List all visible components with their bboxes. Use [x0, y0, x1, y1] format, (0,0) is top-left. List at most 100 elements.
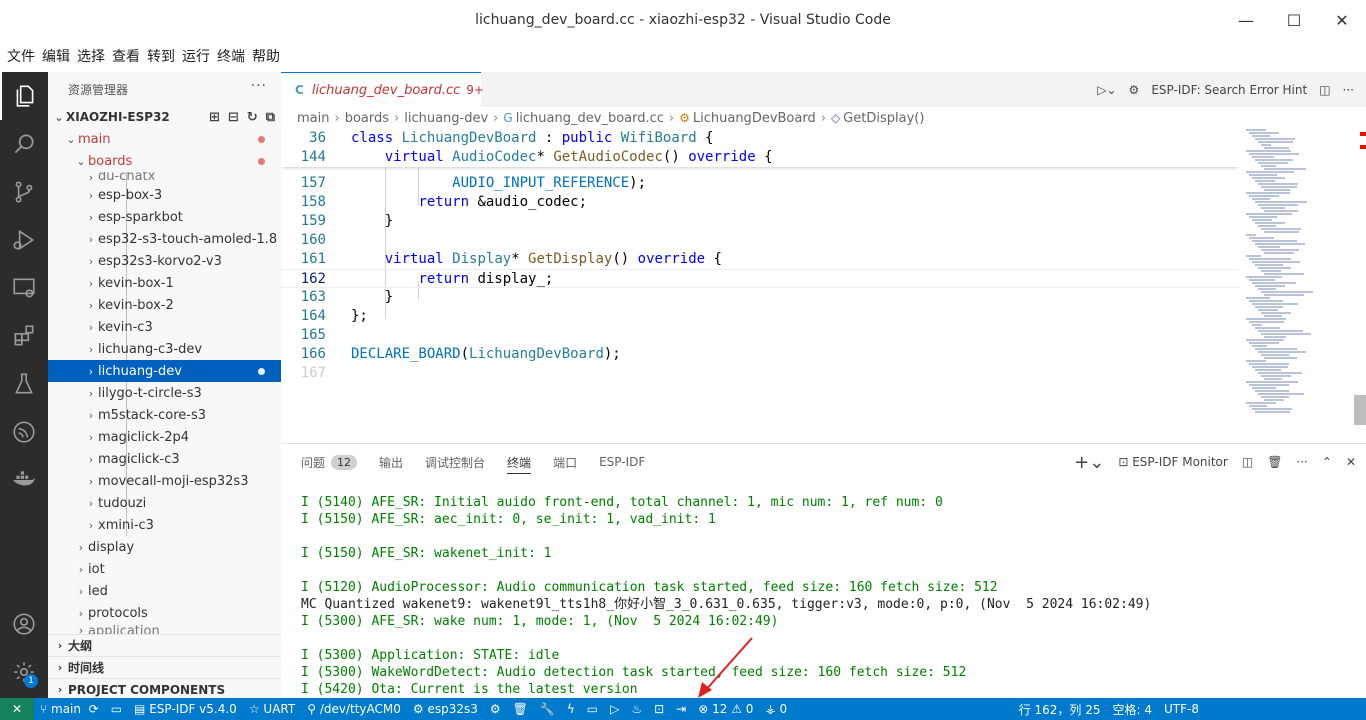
code-line[interactable]: 163 }	[281, 288, 1239, 307]
explorer-icon[interactable]	[0, 72, 48, 120]
extensions-icon[interactable]	[0, 312, 48, 360]
maximize-panel-icon[interactable]: ⌃	[1322, 455, 1332, 469]
folder-tudouzi[interactable]: › tudouzi	[48, 492, 281, 514]
folder-kevin-box-2[interactable]: › kevin-box-2	[48, 294, 281, 316]
more-actions-icon[interactable]: ···	[1343, 83, 1354, 97]
tab-esp-idf[interactable]: ESP-IDF	[599, 444, 645, 480]
esp-error-hint-button[interactable]: ESP-IDF: Search Error Hint	[1151, 83, 1307, 97]
sdkconfig-gear-icon[interactable]: ⚙	[484, 702, 507, 716]
menu-run[interactable]: 运行	[179, 46, 213, 66]
code-line[interactable]: 162 return display_;	[281, 269, 1239, 288]
folder-esp-sparkbot[interactable]: › esp-sparkbot	[48, 206, 281, 228]
forwarded-ports[interactable]: ⚶ 0	[759, 702, 793, 716]
run-debug-icon[interactable]	[0, 216, 48, 264]
outline-section[interactable]: › 大纲	[48, 634, 281, 656]
folder-esp-box-3[interactable]: › esp-box-3	[48, 184, 281, 206]
menu-selection[interactable]: 选择	[74, 46, 108, 66]
folder-movecall-moji-esp32s3[interactable]: › movecall-moji-esp32s3	[48, 470, 281, 492]
menu-terminal[interactable]: 终端	[214, 46, 248, 66]
folder-m5stack-core-s3[interactable]: › m5stack-core-s3	[48, 404, 281, 426]
code-line[interactable]: 158 return &audio_codec;	[281, 193, 1239, 212]
esp-idf-icon[interactable]	[0, 408, 48, 456]
project-components-section[interactable]: › PROJECT COMPONENTS	[48, 678, 281, 698]
gear-icon[interactable]: ⚙	[1129, 83, 1140, 97]
menu-view[interactable]: 查看	[109, 46, 143, 66]
refresh-icon[interactable]: ↻	[247, 110, 258, 125]
tab-output[interactable]: 输出	[379, 444, 403, 480]
run-task-icon[interactable]: ⇥	[670, 702, 692, 716]
breadcrumb-item[interactable]: lichuang_dev_board.cc	[516, 111, 664, 126]
code-line[interactable]: 165	[281, 326, 1239, 345]
manage-gear-icon[interactable]: 1	[0, 648, 48, 696]
terminal-instance-button[interactable]: ⊡ ESP-IDF Monitor	[1118, 455, 1228, 469]
menu-edit[interactable]: 编辑	[39, 46, 73, 66]
menu-file[interactable]: 文件	[4, 46, 38, 66]
folder-magiclick-2p4[interactable]: › magiclick-2p4	[48, 426, 281, 448]
code-line[interactable]: 144 virtual AudioCodec* GetAudioCodec() …	[281, 148, 1239, 167]
folder-esp32s3-korvo2-v3[interactable]: › esp32s3-korvo2-v3	[48, 250, 281, 272]
run-dropdown-icon[interactable]: ▷⌄	[1097, 83, 1116, 97]
split-editor-icon[interactable]: ◫	[1319, 83, 1330, 97]
flash-method[interactable]: ☆ UART	[243, 702, 301, 716]
folder-lichuang-dev[interactable]: › lichuang-dev	[48, 360, 281, 382]
account-icon[interactable]	[0, 600, 48, 648]
remote-explorer-icon[interactable]	[0, 264, 48, 312]
problems-status[interactable]: ⊗ 12 ⚠ 0	[692, 702, 759, 716]
new-file-icon[interactable]: ⊞	[209, 110, 220, 125]
folder-lichuang-c3-dev[interactable]: › lichuang-c3-dev	[48, 338, 281, 360]
remote-indicator-icon[interactable]: ✕	[0, 698, 34, 720]
breadcrumb-item[interactable]: GetDisplay()	[843, 111, 924, 126]
folder-partial-bottom[interactable]: › application	[48, 624, 281, 634]
folder-protocols[interactable]: › protocols	[48, 602, 281, 624]
search-icon[interactable]	[0, 120, 48, 168]
serial-port[interactable]: ⚲ /dev/ttyACM0	[301, 702, 407, 716]
project-root[interactable]: ⌄ XIAOZHI-ESP32 ⊞ ⊟ ↻ ⧉	[48, 106, 281, 128]
breadcrumb-item[interactable]: boards	[345, 111, 389, 126]
tab-terminal[interactable]: 终端	[507, 444, 532, 480]
code-line[interactable]: 164};	[281, 307, 1239, 326]
git-branch[interactable]: ⑂ main ⟳	[34, 702, 105, 716]
folder-xmini-c3[interactable]: › xmini-c3	[48, 514, 281, 536]
code-line[interactable]: 166 DECLARE_BOARD(LichuangDevBoard);	[281, 345, 1239, 364]
testing-icon[interactable]	[0, 360, 48, 408]
code-line[interactable]: 157 AUDIO_INPUT_REFERENCE);	[281, 174, 1239, 193]
breadcrumb-item[interactable]: main	[297, 111, 329, 126]
folder-magiclick-c3[interactable]: › magiclick-c3	[48, 448, 281, 470]
docker-icon[interactable]	[0, 456, 48, 504]
target-device[interactable]: ⚙ esp32s3	[407, 702, 484, 716]
tab-problems[interactable]: 问题 12	[301, 444, 358, 480]
flash-bolt-icon[interactable]: ϟ	[561, 702, 581, 716]
code-line[interactable]: 167	[281, 364, 1239, 383]
folder-led[interactable]: › led	[48, 580, 281, 602]
code-line[interactable]: 160	[281, 231, 1239, 250]
folder-boards[interactable]: ⌄ boards	[48, 150, 281, 172]
folder-main[interactable]: ⌄ main	[48, 128, 281, 150]
folder-display[interactable]: › display	[48, 536, 281, 558]
split-terminal-icon[interactable]: ◫	[1242, 455, 1253, 469]
code-editor[interactable]: 36 class LichuangDevBoard : public WifiBo…	[281, 129, 1366, 443]
folder-iot[interactable]: › iot	[48, 558, 281, 580]
tab-debug-console[interactable]: 调试控制台	[425, 444, 485, 480]
full-clean-trash-icon[interactable]: 🗑	[507, 702, 534, 716]
more-actions-icon[interactable]: ···	[1296, 455, 1307, 469]
debug-icon[interactable]: ▷	[604, 702, 625, 716]
tab-lichuang-dev-board[interactable]: C lichuang_dev_board.cc 9+	[281, 72, 484, 107]
close-button[interactable]: ✕	[1318, 0, 1366, 40]
idf-version[interactable]: ▤ ESP-IDF v5.4.0	[128, 702, 243, 716]
monitor-screen-icon[interactable]: ▭	[581, 702, 604, 716]
folder-lilygo-t-circle-s3[interactable]: › lilygo-t-circle-s3	[48, 382, 281, 404]
new-terminal-icon[interactable]: +⌄	[1074, 452, 1104, 473]
more-actions-icon[interactable]: ···	[251, 78, 267, 94]
menu-go[interactable]: 转到	[144, 46, 178, 66]
menu-help[interactable]: 帮助	[249, 46, 283, 66]
breadcrumb-item[interactable]: LichuangDevBoard	[693, 111, 816, 126]
build-flash-monitor-flame-icon[interactable]: ♨	[625, 702, 648, 716]
cursor-position[interactable]: 行 162，列 25	[1013, 701, 1107, 718]
terminal-icon[interactable]: ⊡	[648, 702, 670, 716]
trash-icon[interactable]: 🗑	[1267, 455, 1282, 469]
code-line[interactable]: 159 }	[281, 212, 1239, 231]
code-line[interactable]: 36 class LichuangDevBoard : public WifiBo…	[281, 129, 1239, 148]
close-panel-icon[interactable]: ✕	[1346, 455, 1356, 469]
folder-kevin-box-1[interactable]: › kevin-box-1	[48, 272, 281, 294]
encoding[interactable]: UTF-8	[1158, 702, 1366, 716]
